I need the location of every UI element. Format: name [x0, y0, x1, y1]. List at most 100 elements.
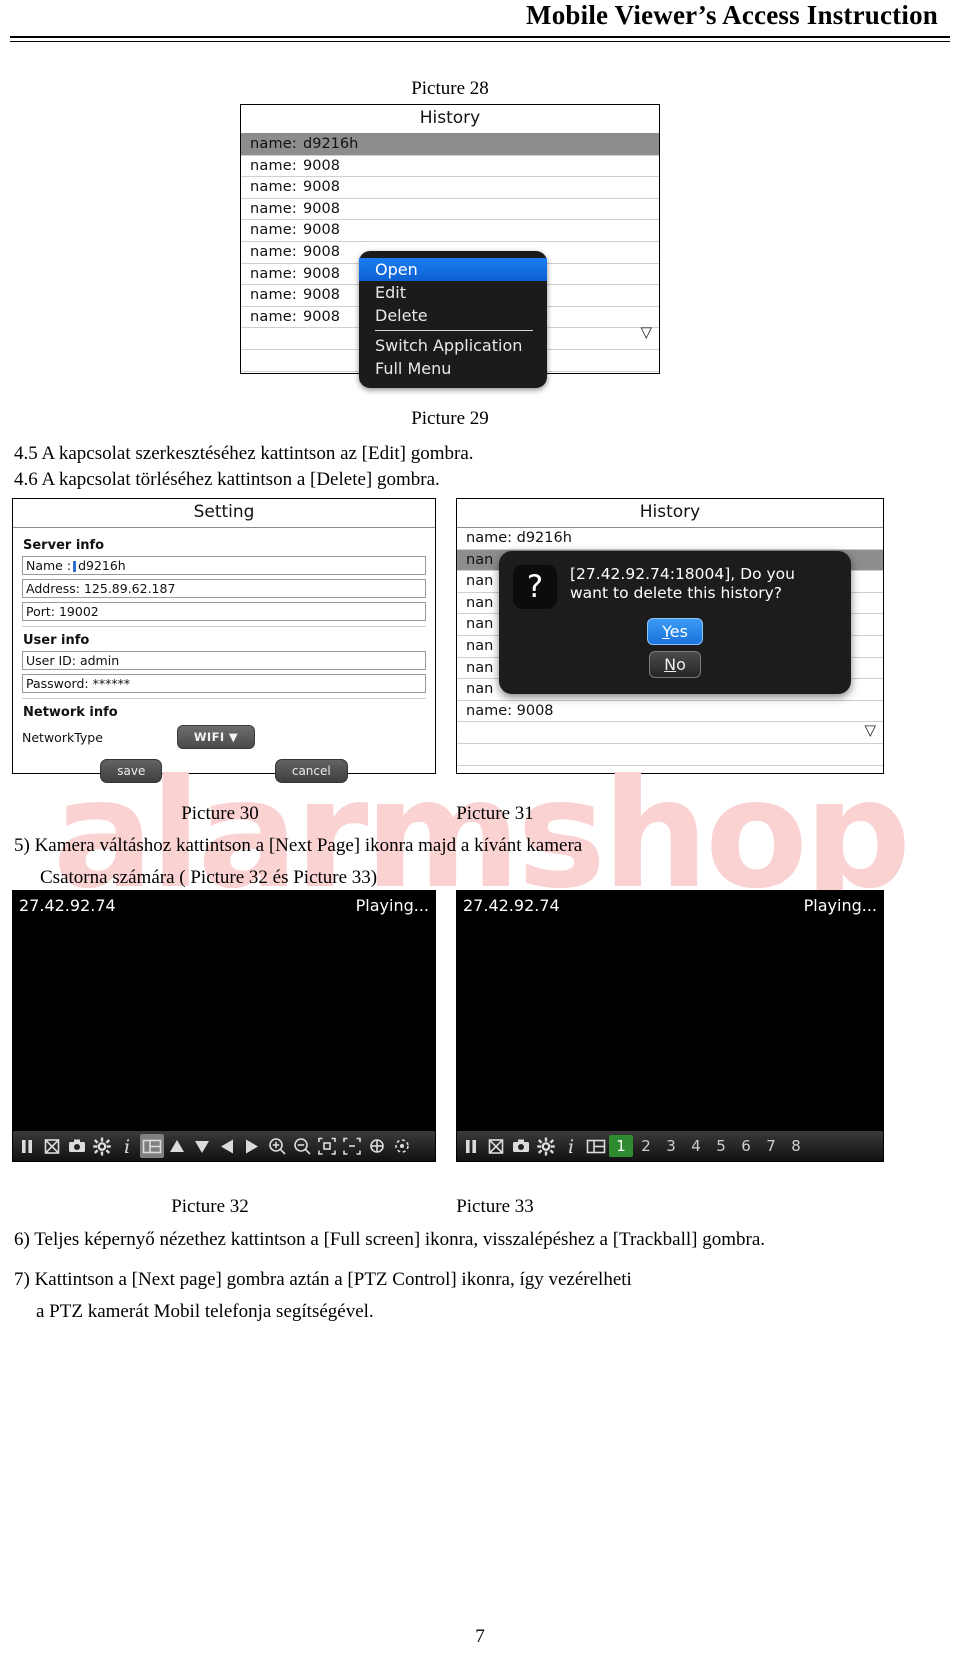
- history-row-key: name:: [250, 136, 298, 152]
- dialog-no-button[interactable]: No: [649, 651, 701, 678]
- channel-button-7[interactable]: 7: [759, 1135, 783, 1157]
- field-address[interactable]: Address: 125.89.62.187: [22, 579, 426, 598]
- channel-button-6[interactable]: 6: [734, 1135, 758, 1157]
- network-type-dropdown[interactable]: WIFI ▼: [177, 725, 255, 749]
- info-icon[interactable]: i: [115, 1134, 139, 1158]
- history-row-key: name:: [250, 243, 298, 260]
- channel-button-8[interactable]: 8: [784, 1135, 808, 1157]
- context-menu-item-switch-application[interactable]: Switch Application: [359, 334, 547, 357]
- stop-cross-icon[interactable]: [484, 1134, 508, 1158]
- channel-button-3[interactable]: 3: [659, 1135, 683, 1157]
- next-page-icon[interactable]: [140, 1134, 164, 1158]
- history-row-value: 9008: [303, 265, 340, 282]
- pause-icon[interactable]: [15, 1134, 39, 1158]
- field-name-label: Name :: [26, 558, 72, 573]
- channel-button-2[interactable]: 2: [634, 1135, 658, 1157]
- player-left-toolbar[interactable]: i: [13, 1131, 435, 1161]
- history-row[interactable]: name: 9008: [241, 220, 659, 242]
- history-row-key: name:: [250, 222, 298, 239]
- history-screen-title: History: [241, 105, 659, 134]
- history-row-key: name:: [250, 200, 298, 217]
- setting-screen-title: Setting: [13, 499, 435, 528]
- snapshot-camera-icon[interactable]: [509, 1134, 533, 1158]
- header-rule-thin: [10, 41, 950, 42]
- history-row-key: name:: [250, 157, 298, 174]
- history-row-empty: [457, 722, 883, 744]
- history-row[interactable]: name: 9008: [241, 155, 659, 178]
- cancel-button[interactable]: cancel: [274, 759, 348, 783]
- network-type-label: NetworkType: [22, 729, 103, 745]
- channel-button-4[interactable]: 4: [684, 1135, 708, 1157]
- history-row[interactable]: name: d9216h: [457, 528, 883, 550]
- paragraph-4-6: 4.6 A kapcsolat törléséhez kattintson a …: [14, 469, 440, 490]
- channel-button-5[interactable]: 5: [709, 1135, 733, 1157]
- info-icon[interactable]: i: [559, 1134, 583, 1158]
- scroll-down-indicator-2[interactable]: ▽: [864, 721, 876, 739]
- arrow-up-icon[interactable]: [165, 1134, 189, 1158]
- field-port[interactable]: Port: 19002: [22, 602, 426, 621]
- save-button[interactable]: save: [100, 759, 163, 783]
- field-name[interactable]: Name : d9216h: [22, 556, 426, 575]
- history-row[interactable]: name: d9216h: [241, 134, 659, 156]
- dialog-message: [27.42.92.74:18004], Do you want to dele…: [570, 565, 795, 602]
- history-delete-screen: History name: d9216h nan nan nan nan nan nan na…: [456, 498, 884, 774]
- page-number: 7: [475, 1626, 485, 1647]
- delete-confirm-dialog[interactable]: ? [27.42.92.74:18004], Do you want to de…: [499, 551, 851, 694]
- iris-close-icon[interactable]: [390, 1134, 414, 1158]
- paragraph-6: 6) Teljes képernyő nézethez kattintson a…: [14, 1229, 766, 1250]
- document-title: Mobile Viewer’s Access Instruction: [526, 0, 938, 30]
- history-row[interactable]: name: 9008: [241, 177, 659, 199]
- focus-near-icon[interactable]: [315, 1134, 339, 1158]
- history-row-value: 9008: [303, 179, 340, 196]
- zoom-in-icon[interactable]: [265, 1134, 289, 1158]
- arrow-down-icon[interactable]: [190, 1134, 214, 1158]
- player-left-video[interactable]: [13, 919, 435, 1131]
- context-menu-item-full-menu[interactable]: Full Menu: [359, 357, 547, 380]
- field-password[interactable]: Password: ******: [22, 674, 426, 693]
- iris-open-icon[interactable]: [365, 1134, 389, 1158]
- dialog-yes-button[interactable]: Yes: [647, 618, 703, 645]
- paragraph-7-line2: a PTZ kamerát Mobil telefonja segítségév…: [36, 1301, 374, 1322]
- stop-cross-icon[interactable]: [40, 1134, 64, 1158]
- next-page-icon[interactable]: [584, 1134, 608, 1158]
- channel-button-1[interactable]: 1: [609, 1135, 633, 1157]
- snapshot-camera-icon[interactable]: [65, 1134, 89, 1158]
- history-row-value: 9008: [303, 157, 340, 174]
- arrow-right-icon[interactable]: [240, 1134, 264, 1158]
- history-row-value: 9008: [303, 243, 340, 260]
- field-user-id[interactable]: User ID: admin: [22, 651, 426, 670]
- context-menu-separator: [375, 330, 533, 331]
- caption-picture-28: Picture 28: [411, 78, 489, 99]
- context-menu-item-edit[interactable]: Edit: [359, 281, 547, 304]
- pause-icon[interactable]: [459, 1134, 483, 1158]
- paragraph-7-line1: 7) Kattintson a [Next page] gombra aztán…: [14, 1269, 632, 1290]
- zoom-out-icon[interactable]: [290, 1134, 314, 1158]
- group-label-server-info: Server info: [23, 538, 105, 553]
- history-row[interactable]: name: 9008: [241, 198, 659, 221]
- history-row-empty: [457, 743, 883, 766]
- network-type-value: WIFI: [193, 730, 225, 744]
- settings-gear-icon[interactable]: [90, 1134, 114, 1158]
- player-right-video[interactable]: [457, 919, 883, 1131]
- history-row[interactable]: name: 9008: [457, 700, 883, 723]
- arrow-left-icon[interactable]: [215, 1134, 239, 1158]
- context-menu-item-delete[interactable]: Delete: [359, 304, 547, 327]
- player-right-toolbar[interactable]: i 12345678: [457, 1131, 883, 1161]
- chevron-down-icon: ▼: [228, 730, 239, 744]
- focus-far-icon[interactable]: [340, 1134, 364, 1158]
- player-right-ip: 27.42.92.74: [463, 895, 560, 915]
- history-row-value: 9008: [303, 287, 340, 304]
- text-caret: [73, 561, 77, 572]
- svg-text:i: i: [568, 1136, 574, 1158]
- caption-picture-32: Picture 32: [171, 1196, 249, 1217]
- context-menu-item-open[interactable]: Open: [359, 258, 547, 281]
- history-row-key: name:: [250, 287, 298, 304]
- context-menu[interactable]: Open Edit Delete Switch Application Full Men…: [359, 251, 547, 388]
- caption-picture-33: Picture 33: [456, 1196, 534, 1217]
- paragraph-5-line2: Csatorna számára ( Picture 32 és Picture…: [40, 867, 378, 888]
- header-rule-thick: [10, 36, 950, 38]
- settings-gear-icon[interactable]: [534, 1134, 558, 1158]
- group-label-network-info: Network info: [23, 705, 118, 720]
- divider-user: [22, 698, 426, 699]
- scroll-down-indicator[interactable]: ▽: [640, 323, 652, 341]
